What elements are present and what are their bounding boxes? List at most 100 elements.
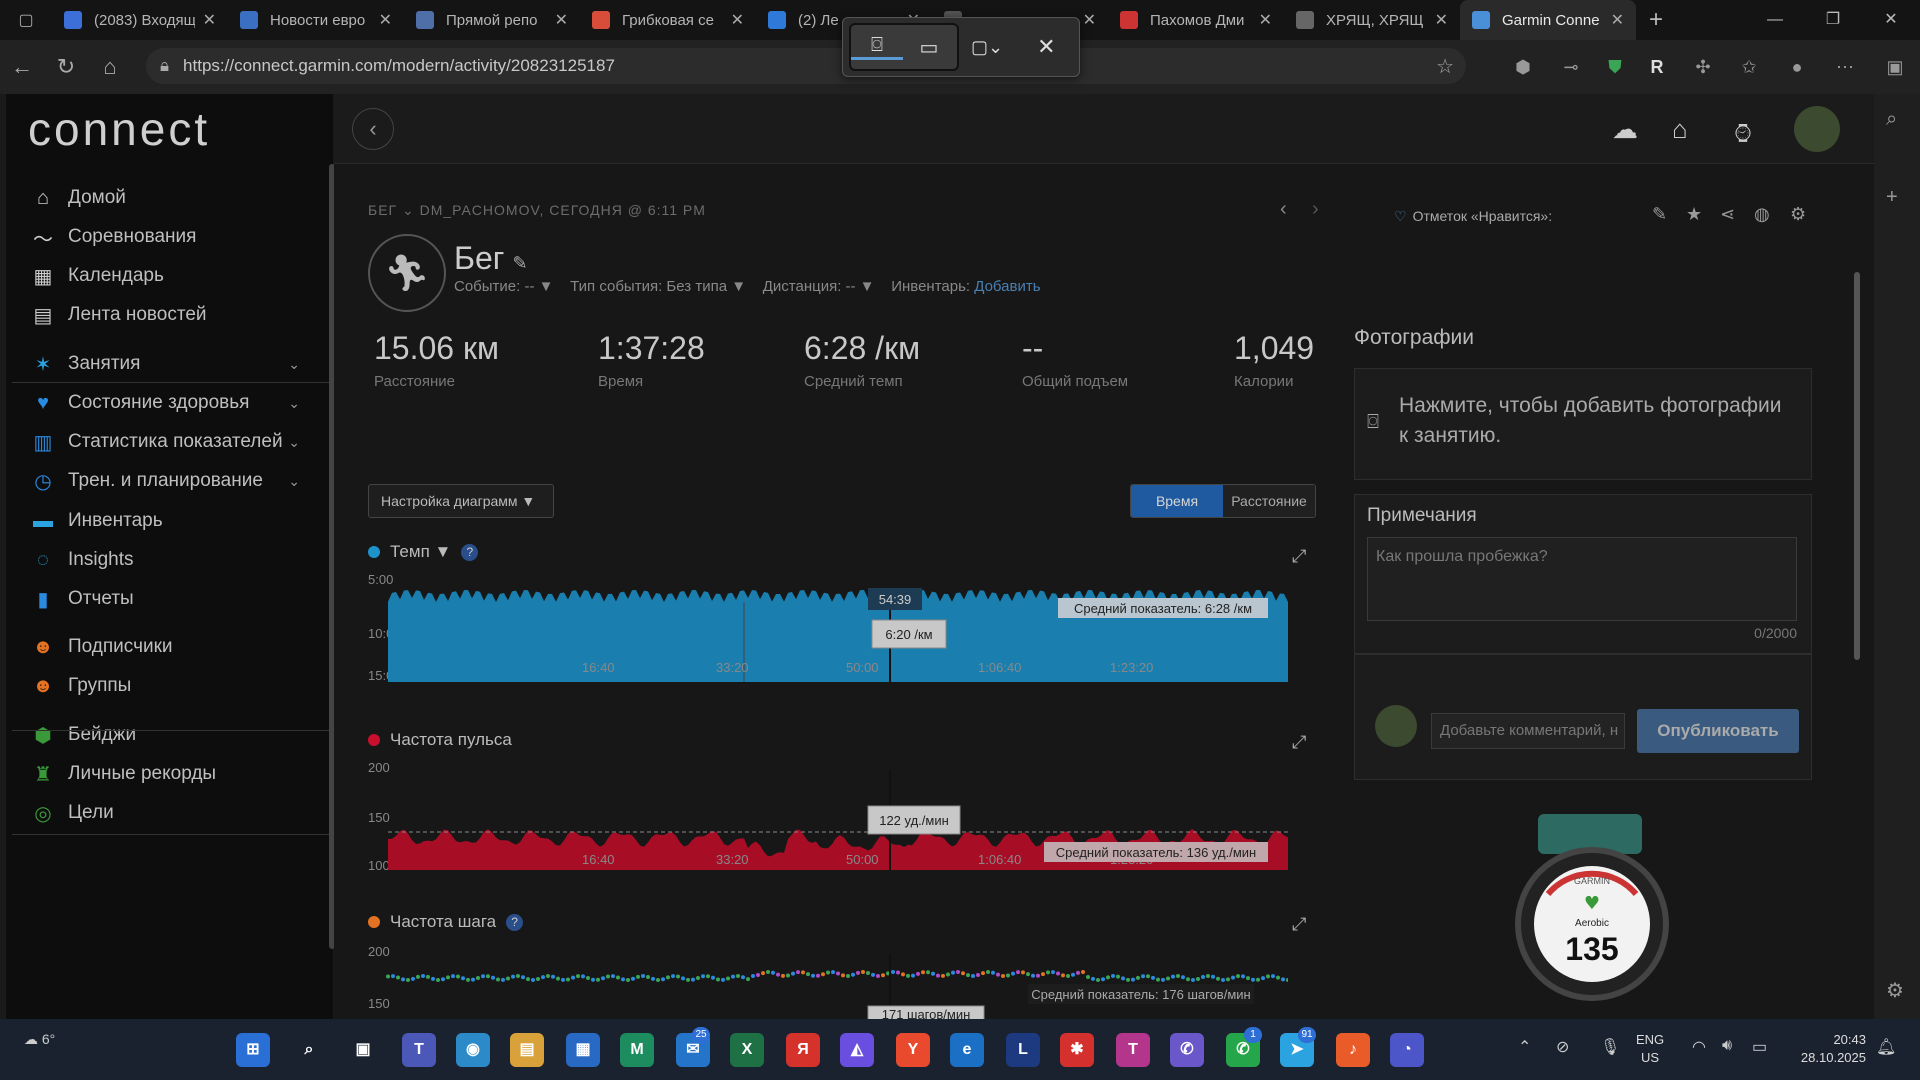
main-scrollbar-thumb[interactable] (1854, 272, 1860, 660)
distance-dropdown[interactable]: Дистанция: -- ▼ (763, 278, 875, 295)
language-indicator[interactable]: ENG US (1636, 1031, 1664, 1067)
sidebar-item[interactable]: ☻ Группы (28, 666, 318, 706)
sidebar-item[interactable]: ☻ Подписчики (28, 627, 318, 667)
add-icon[interactable]: + (1886, 186, 1898, 209)
watch-device-icon[interactable]: ⌚︎ (1730, 114, 1756, 152)
teams-icon[interactable]: T (402, 1033, 436, 1067)
publish-button[interactable]: Опубликовать (1637, 709, 1799, 753)
sidebar-toggle-icon[interactable]: ▣ (1880, 52, 1910, 82)
file-explorer-icon[interactable]: ▤ (510, 1033, 544, 1067)
main-scrollbar[interactable] (1852, 172, 1862, 1018)
volume-icon[interactable]: 🔊︎ (1722, 1037, 1732, 1055)
likes[interactable]: ♡ Отметок «Нравится»: (1394, 208, 1552, 225)
browser-tab[interactable]: Garmin Conne ✕ (1460, 0, 1636, 40)
share-icon[interactable]: ⋖ (1720, 204, 1735, 225)
chart-settings-button[interactable]: Настройка диаграмм ▼ (368, 484, 554, 518)
weather-widget[interactable]: ☁ 6° (24, 1031, 55, 1048)
tray-chevron-icon[interactable]: ⌃ (1518, 1037, 1531, 1057)
maximize-icon[interactable]: ❐ (1804, 0, 1862, 40)
viber-icon[interactable]: ✆ (1170, 1033, 1204, 1067)
connect-logo[interactable]: connect (28, 102, 210, 156)
extension-r-icon[interactable]: R (1642, 52, 1672, 82)
network-off-icon[interactable]: ⊘ (1556, 1037, 1569, 1057)
browser-tab[interactable]: Новости евро ✕ (228, 0, 404, 40)
home-icon[interactable]: ⌂ (88, 54, 132, 80)
edit-pencil-icon[interactable]: ✎ (512, 253, 527, 273)
inbox-icon[interactable]: ⌂ (1672, 114, 1688, 145)
copilot-icon[interactable]: ◉ (456, 1033, 490, 1067)
chevron-down-icon[interactable]: ⌄ (288, 395, 300, 412)
url-field[interactable]: 🔒︎ https://connect.garmin.com/modern/act… (146, 48, 1466, 84)
hr-chart-title[interactable]: Частота пульса (368, 730, 512, 750)
heart-icon[interactable]: ♡ (1394, 208, 1407, 224)
browser-tab[interactable]: Прямой репо ✕ (404, 0, 580, 40)
extension-shield-icon[interactable]: ⬢ (1508, 52, 1538, 82)
task-view-icon[interactable]: ▣ (346, 1033, 380, 1067)
alice-icon[interactable]: ◭ (840, 1033, 874, 1067)
edit-icon[interactable]: ✎ (1652, 204, 1667, 225)
activity-breadcrumb[interactable]: БЕГ ⌄ DM_PACHOMOV, СЕГОДНЯ @ 6:11 PM (368, 202, 706, 219)
toggle-distance[interactable]: Расстояние (1223, 485, 1315, 517)
snip-shape-dropdown-icon[interactable]: ▢⌄ (971, 37, 1003, 58)
activity-title[interactable]: Бег ✎ (454, 240, 528, 277)
sidebar-item[interactable]: ♜ Личные рекорды (28, 754, 318, 794)
favorite-icon[interactable]: ★ (1686, 204, 1702, 225)
more-menu-icon[interactable]: ⋯ (1830, 52, 1860, 82)
sidebar-item[interactable]: ▦ Календарь (28, 256, 318, 296)
back-button[interactable]: ‹ (352, 108, 394, 150)
tab-close-icon[interactable]: ✕ (1611, 10, 1624, 30)
messenger-icon[interactable]: ◔ (1390, 1033, 1424, 1067)
search-icon[interactable]: ⌕ (292, 1033, 326, 1067)
video-icon[interactable]: ▭ (903, 35, 955, 60)
sidebar-item[interactable]: 〜 Соревнования (28, 217, 318, 257)
sidebar-item[interactable]: ▬ Инвентарь (28, 501, 318, 541)
camera-icon[interactable]: ⌼ (851, 34, 903, 60)
lock-icon[interactable]: 🔒︎ (160, 56, 169, 76)
settings-gear-icon[interactable]: ⚙ (1790, 204, 1806, 225)
notifications-bell-icon[interactable]: 🔔︎ (1876, 1037, 1896, 1057)
sidebar-item[interactable]: ⌂ Домой (28, 178, 318, 218)
favorites-icon[interactable]: ✩ (1734, 52, 1764, 82)
hr-chart[interactable]: 200 150 100 16:4033:2050:001:06:401:23:2… (368, 760, 1288, 870)
tab-close-icon[interactable]: ✕ (731, 10, 744, 30)
expand-icon[interactable]: ⤢ (1292, 914, 1306, 935)
snip-close-icon[interactable]: ✕ (1037, 34, 1055, 60)
user-avatar[interactable] (1794, 106, 1840, 152)
battery-icon[interactable]: ▭ (1752, 1037, 1767, 1057)
top-app-icon[interactable]: T (1116, 1033, 1150, 1067)
pace-chart[interactable]: 5:00 10:00 15:00 16:40 33:20 50:00 1:06:40 1… (368, 572, 1288, 682)
pace-chart-title[interactable]: Темп ▼ ? (368, 542, 479, 562)
new-tab-button[interactable]: + (1636, 6, 1676, 34)
help-icon[interactable]: ? (506, 913, 524, 931)
tab-close-icon[interactable]: ✕ (379, 10, 392, 30)
favorite-star-icon[interactable]: ☆ (1436, 54, 1454, 79)
excel-icon[interactable]: X (730, 1033, 764, 1067)
toggle-time[interactable]: Время (1131, 485, 1223, 517)
microphone-icon[interactable]: 🎙︎ (1600, 1037, 1620, 1057)
sidebar-item[interactable]: ◎ Цели (28, 793, 318, 833)
wifi-icon[interactable]: ◠ (1692, 1037, 1706, 1057)
tab-close-icon[interactable]: ✕ (1083, 10, 1096, 30)
sidebar-item[interactable]: ◌ Insights (28, 540, 318, 580)
expand-icon[interactable]: ⤢ (1292, 732, 1306, 753)
next-activity-icon[interactable]: › (1312, 198, 1319, 221)
expand-icon[interactable]: ⤢ (1292, 546, 1306, 567)
privacy-globe-icon[interactable]: ◍ (1754, 204, 1770, 225)
browser-tab[interactable]: Грибковая се ✕ (580, 0, 756, 40)
event-type-dropdown[interactable]: Тип события: Без типа ▼ (570, 278, 746, 295)
notes-input[interactable]: Как прошла пробежка? (1367, 537, 1797, 621)
tab-close-icon[interactable]: ✕ (1259, 10, 1272, 30)
search-icon[interactable]: ⌕ (1886, 108, 1897, 131)
gear-add-link[interactable]: Добавить (974, 278, 1040, 295)
m365-icon[interactable]: M (620, 1033, 654, 1067)
edge-icon[interactable]: e (950, 1033, 984, 1067)
extension-key-icon[interactable]: ⊸ (1556, 52, 1586, 82)
upload-cloud-icon[interactable]: ☁ (1612, 114, 1638, 145)
sidebar-item[interactable]: ✶ Занятия ⌄ (28, 344, 318, 384)
profile-icon[interactable]: ● (1782, 52, 1812, 82)
music-app-icon[interactable]: ♪ (1336, 1033, 1370, 1067)
yandex-browser-icon[interactable]: Y (896, 1033, 930, 1067)
cadence-chart[interactable]: 200 150 Средний показатель: 176 шагов/ми… (368, 944, 1288, 1019)
settings-icon[interactable]: ⚙ (1886, 978, 1904, 1003)
cadence-chart-title[interactable]: Частота шага ? (368, 912, 524, 932)
